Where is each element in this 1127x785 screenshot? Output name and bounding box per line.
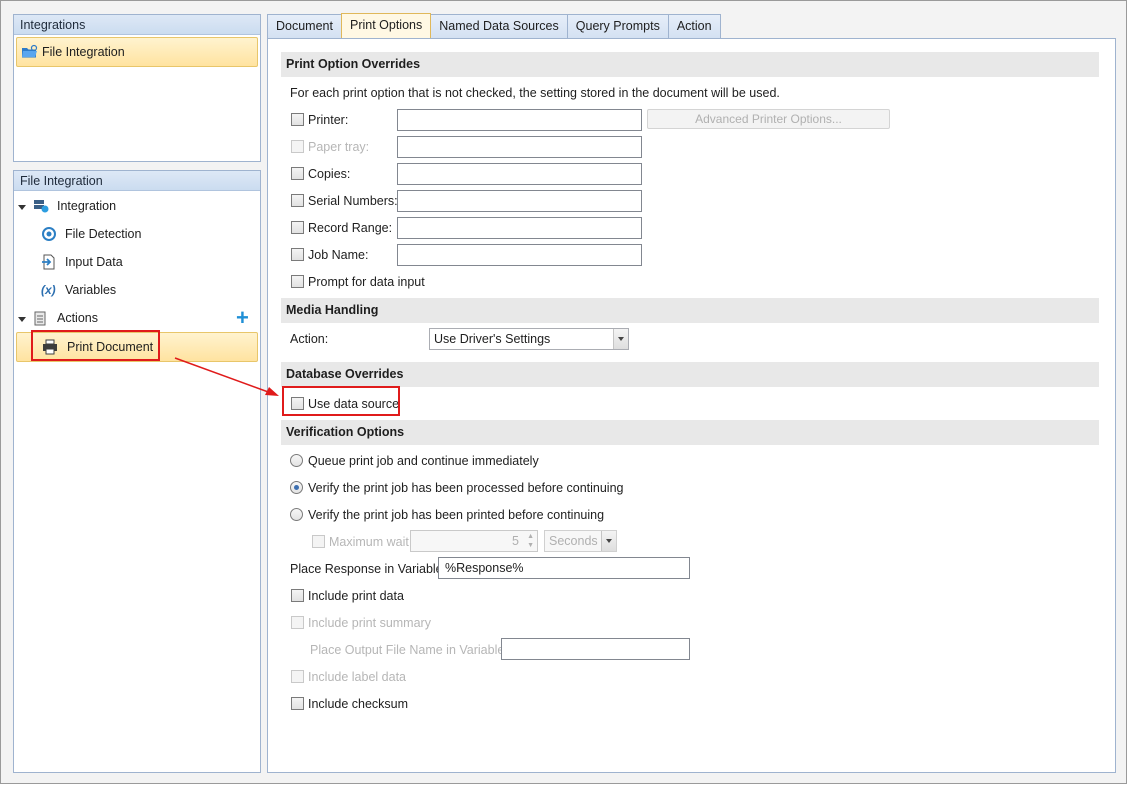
application-window: Integrations File Integration File Integ… (0, 0, 1127, 784)
annotation-arrow (174, 357, 279, 396)
